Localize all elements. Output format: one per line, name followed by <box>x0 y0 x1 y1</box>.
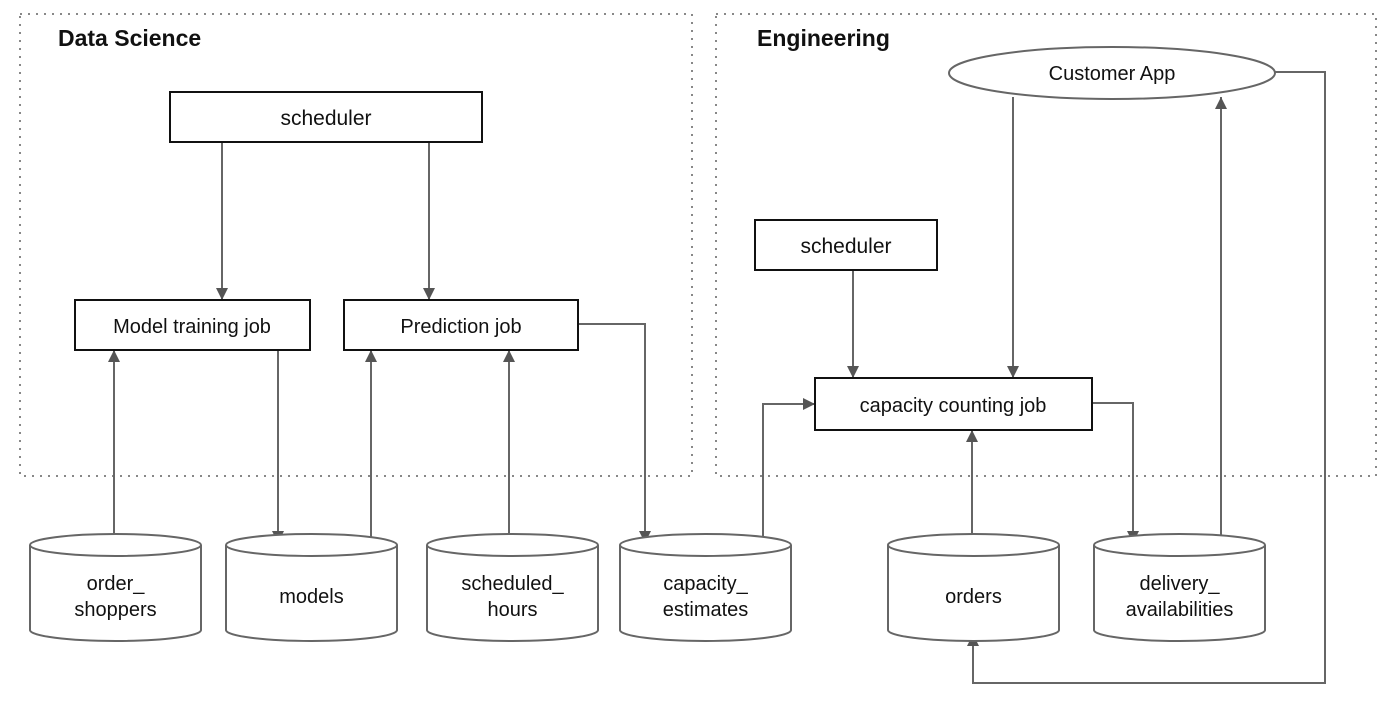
cylinder-top <box>426 533 599 557</box>
group-title: Engineering <box>757 25 890 51</box>
store-label: shoppers <box>74 599 156 621</box>
store-label: models <box>279 586 343 608</box>
node-label: scheduler <box>800 235 891 258</box>
store-label: scheduled_ <box>461 573 564 595</box>
node-label: Prediction job <box>400 316 521 338</box>
store-label: hours <box>487 599 537 621</box>
store-label: orders <box>945 586 1002 608</box>
store-label: estimates <box>663 599 749 621</box>
store-scheduled-hours[interactable]: scheduled_hours <box>426 533 599 642</box>
node-label: capacity counting job <box>860 395 1047 417</box>
cylinder-top <box>1093 533 1266 557</box>
edge-estimates-to-capacity-job <box>762 398 815 545</box>
group-data-science: Data Science <box>19 13 693 477</box>
cylinder-top <box>29 533 202 557</box>
node-model-training-job[interactable]: Model training job <box>74 299 311 351</box>
store-label: order_ <box>87 573 146 595</box>
store-label: availabilities <box>1126 599 1234 621</box>
store-models[interactable]: models <box>225 533 398 642</box>
node-eng-scheduler[interactable]: scheduler <box>754 219 938 271</box>
node-label: Customer App <box>1049 63 1176 85</box>
node-label: Model training job <box>113 316 271 338</box>
store-order-shoppers[interactable]: order_ shoppers <box>29 533 202 642</box>
cylinder-top <box>887 533 1060 557</box>
store-orders[interactable]: orders <box>887 533 1060 642</box>
node-capacity-counting-job[interactable]: capacity counting job <box>814 377 1093 431</box>
store-capacity-estimates[interactable]: capacity_ estimates <box>619 533 792 642</box>
node-ds-scheduler[interactable]: scheduler <box>169 91 483 143</box>
group-title: Data Science <box>58 25 201 51</box>
node-label: scheduler <box>280 107 371 130</box>
edge-capacity-job-to-availabilities <box>1092 402 1139 543</box>
store-label: delivery_ <box>1139 573 1220 595</box>
cylinder-top <box>619 533 792 557</box>
cylinder-top <box>225 533 398 557</box>
node-prediction-job[interactable]: Prediction job <box>343 299 579 351</box>
store-label: capacity_ <box>663 573 748 595</box>
architecture-diagram: Data Science Engineering scheduler Model… <box>19 13 1377 684</box>
node-customer-app[interactable]: Customer App <box>948 46 1276 100</box>
edge-prediction-to-estimates <box>578 323 651 543</box>
store-delivery-availabilities[interactable]: delivery_ availabilities <box>1093 533 1266 642</box>
